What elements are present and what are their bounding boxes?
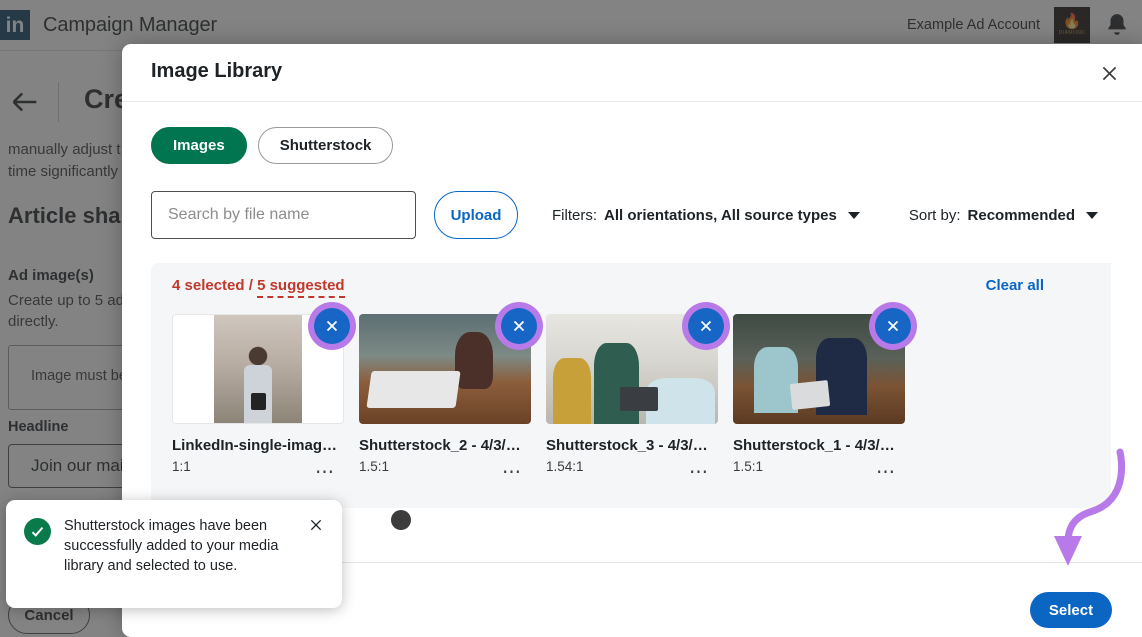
ellipsis-icon[interactable]: ⋯	[689, 468, 709, 478]
clear-all-link[interactable]: Clear all	[986, 277, 1044, 294]
close-circle-icon	[314, 308, 350, 344]
selected-count: 4 selected	[172, 277, 245, 294]
select-button[interactable]: Select	[1030, 592, 1112, 628]
ellipsis-icon[interactable]: ⋯	[502, 468, 522, 478]
deselect-button[interactable]	[682, 302, 730, 350]
filters-dropdown[interactable]: Filters: All orientations, All source ty…	[552, 207, 860, 224]
image-name: Shutterstock_3 - 4/3/…	[546, 437, 718, 454]
close-icon[interactable]	[305, 514, 327, 536]
deselect-button[interactable]	[869, 302, 917, 350]
thumbnail-photo	[214, 315, 302, 423]
close-circle-icon	[688, 308, 724, 344]
close-circle-icon	[501, 308, 537, 344]
header-rule	[122, 101, 1142, 102]
chevron-down-icon	[848, 212, 860, 219]
image-card: LinkedIn-single-imag… 1:1 ⋯	[172, 314, 344, 474]
selection-summary: 4 selected / 5 suggested	[172, 277, 345, 294]
sort-value: Recommended	[968, 207, 1076, 224]
toast-message: Shutterstock images have been successful…	[64, 516, 289, 608]
selection-separator: /	[249, 277, 253, 294]
suggested-count[interactable]: 5 suggested	[257, 277, 345, 298]
tab-images[interactable]: Images	[151, 127, 247, 164]
sort-dropdown[interactable]: Sort by: Recommended	[909, 207, 1098, 224]
source-tabs: Images Shutterstock	[122, 101, 1142, 164]
pagination-indicator	[391, 510, 411, 530]
image-name: LinkedIn-single-imag…	[172, 437, 344, 454]
upload-button[interactable]: Upload	[434, 191, 518, 239]
close-circle-icon	[875, 308, 911, 344]
sort-prefix: Sort by:	[909, 207, 961, 224]
selected-gallery: 4 selected / 5 suggested Clear all	[151, 263, 1111, 508]
ellipsis-icon[interactable]: ⋯	[876, 468, 896, 478]
image-card: Shutterstock_2 - 4/3/… 1.5:1 ⋯	[359, 314, 531, 474]
deselect-button[interactable]	[308, 302, 356, 350]
image-name: Shutterstock_1 - 4/3/…	[733, 437, 905, 454]
close-icon[interactable]	[1093, 57, 1125, 89]
tab-shutterstock[interactable]: Shutterstock	[258, 127, 394, 164]
filters-value: All orientations, All source types	[604, 207, 837, 224]
search-box[interactable]	[151, 191, 416, 239]
image-card-list: LinkedIn-single-imag… 1:1 ⋯ Shutterstock…	[172, 314, 905, 474]
screen: in Campaign Manager Example Ad Account 🔥…	[0, 0, 1142, 637]
ellipsis-icon[interactable]: ⋯	[315, 468, 335, 478]
search-input[interactable]	[152, 206, 415, 224]
image-card: Shutterstock_3 - 4/3/… 1.54:1 ⋯	[546, 314, 718, 474]
success-toast: Shutterstock images have been successful…	[6, 500, 342, 608]
filters-prefix: Filters:	[552, 207, 597, 224]
deselect-button[interactable]	[495, 302, 543, 350]
gallery-header: 4 selected / 5 suggested Clear all	[151, 263, 1111, 309]
image-card: Shutterstock_1 - 4/3/… 1.5:1 ⋯	[733, 314, 905, 474]
dialog-header: Image Library	[122, 44, 1142, 101]
dialog-title: Image Library	[151, 60, 282, 83]
check-circle-icon	[24, 518, 51, 545]
library-toolbar: Upload Filters: All orientations, All so…	[151, 191, 1142, 239]
image-name: Shutterstock_2 - 4/3/…	[359, 437, 531, 454]
chevron-down-icon	[1086, 212, 1098, 219]
